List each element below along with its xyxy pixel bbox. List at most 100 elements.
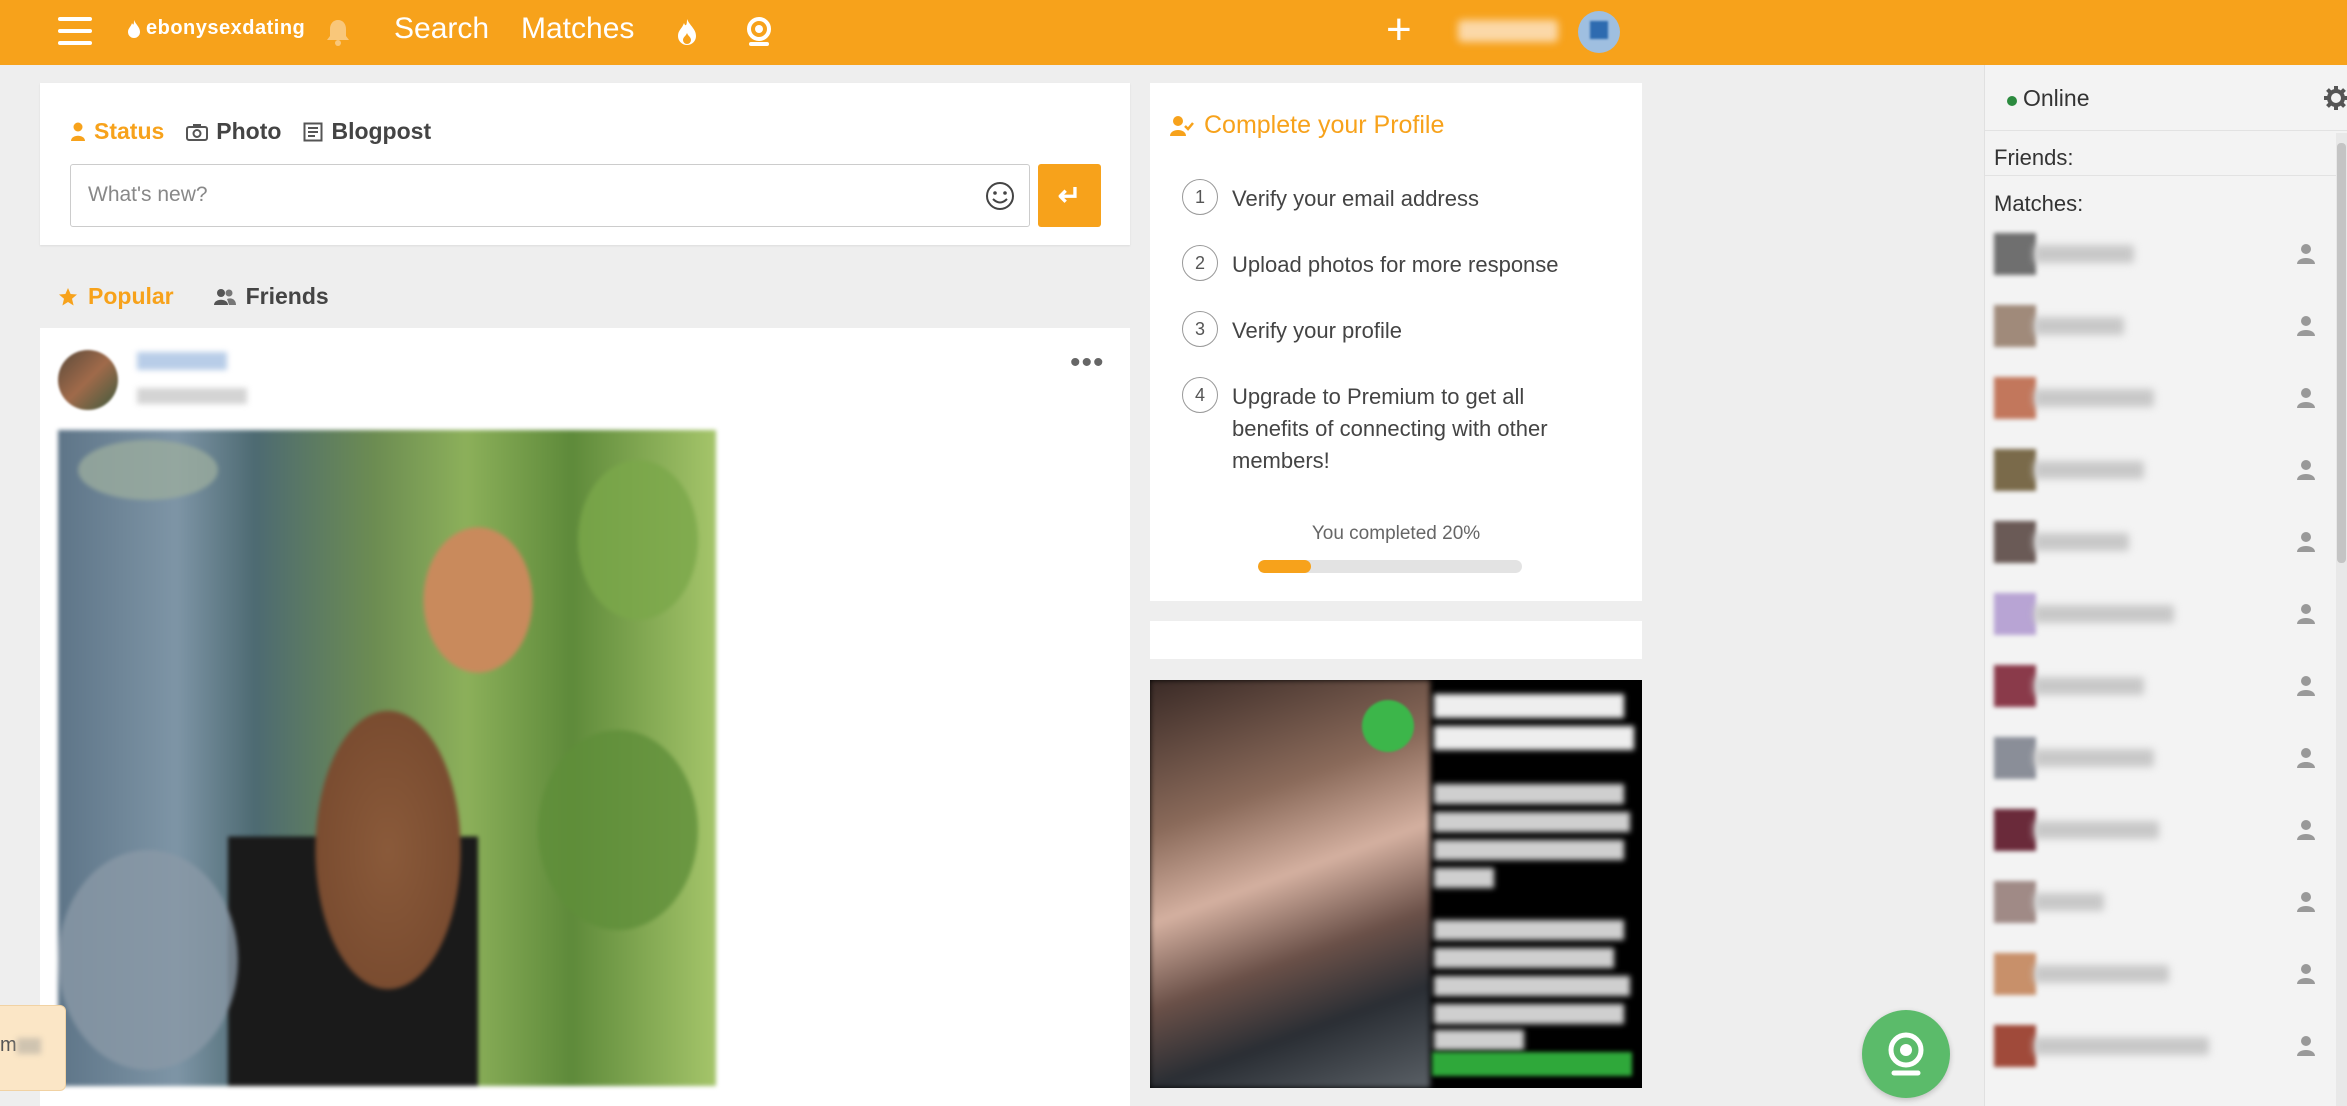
tab-photo[interactable]: Photo xyxy=(186,118,281,145)
match-list-item[interactable] xyxy=(1994,809,2319,855)
tab-friends-label: Friends xyxy=(245,283,329,309)
profile-progress-fill xyxy=(1258,560,1311,573)
user-check-icon xyxy=(1170,115,1194,136)
match-avatar xyxy=(1994,953,2036,995)
match-avatar xyxy=(1994,665,2036,707)
divider xyxy=(1985,175,2347,176)
tab-status-label: Status xyxy=(94,118,165,144)
match-avatar xyxy=(1994,881,2036,923)
match-list-item[interactable] xyxy=(1994,521,2319,567)
step-number: 1 xyxy=(1182,179,1218,215)
step-verify-profile[interactable]: 3 Verify your profile xyxy=(1182,311,1592,347)
advertisement-banner[interactable] xyxy=(1150,680,1642,1088)
feed-post: ••• xyxy=(40,328,1130,1106)
top-bar: ebonysexdating Search Matches + xyxy=(0,0,2347,65)
step-verify-email[interactable]: 1 Verify your email address xyxy=(1182,179,1592,215)
composer-tabs: Status Photo Blogpost xyxy=(70,118,431,145)
empty-card xyxy=(1150,621,1642,659)
match-list-item[interactable] xyxy=(1994,377,2319,423)
match-list-item[interactable] xyxy=(1994,1025,2319,1071)
post-options-menu[interactable]: ••• xyxy=(1070,348,1105,378)
person-icon xyxy=(71,122,85,141)
user-avatar[interactable] xyxy=(1578,11,1620,53)
match-list-item[interactable] xyxy=(1994,449,2319,495)
emoji-icon[interactable] xyxy=(985,181,1015,211)
hot-flame-icon[interactable] xyxy=(671,16,703,48)
user-icon xyxy=(2297,244,2315,264)
tab-friends[interactable]: Friends xyxy=(213,283,329,310)
blog-icon xyxy=(303,122,323,141)
ad-headline xyxy=(1434,694,1624,718)
match-name xyxy=(2034,245,2134,263)
match-avatar xyxy=(1994,233,2036,275)
match-list-item[interactable] xyxy=(1994,881,2319,927)
sidebar-scrollbar[interactable] xyxy=(2336,133,2347,1106)
match-name xyxy=(2034,389,2154,407)
menu-icon[interactable] xyxy=(58,17,92,45)
match-list-item[interactable] xyxy=(1994,305,2319,351)
webcam-icon xyxy=(1888,1032,1924,1076)
match-list-item[interactable] xyxy=(1994,665,2319,711)
step-number: 3 xyxy=(1182,311,1218,347)
post-photo[interactable] xyxy=(58,430,716,1086)
side-feedback-tab[interactable]: m xyxy=(0,1005,66,1091)
match-name xyxy=(2034,965,2169,983)
online-status-row: Online xyxy=(1985,65,2347,131)
webcam-icon[interactable] xyxy=(743,16,775,48)
flame-icon xyxy=(128,19,140,38)
bell-icon[interactable] xyxy=(322,16,354,48)
user-icon xyxy=(2297,604,2315,624)
tab-blogpost-label: Blogpost xyxy=(331,118,432,144)
ad-text xyxy=(1434,1030,1524,1050)
online-status-label[interactable]: Online xyxy=(2023,85,2089,112)
friends-icon xyxy=(213,288,236,305)
add-button[interactable]: + xyxy=(1386,8,1412,52)
scroll-thumb[interactable] xyxy=(2337,143,2346,563)
step-upload-photos[interactable]: 2 Upload photos for more response xyxy=(1182,245,1592,281)
ad-text xyxy=(1434,812,1630,832)
status-input[interactable] xyxy=(71,165,951,225)
whatsapp-icon xyxy=(1362,700,1414,752)
ad-text xyxy=(1434,948,1614,968)
gear-icon[interactable] xyxy=(2323,85,2347,111)
post-author-name[interactable] xyxy=(137,352,227,370)
match-avatar xyxy=(1994,593,2036,635)
user-icon xyxy=(2297,316,2315,336)
feed-tabs: Popular Friends xyxy=(58,283,329,310)
match-list-item[interactable] xyxy=(1994,953,2319,999)
nav-search[interactable]: Search xyxy=(394,12,489,46)
match-name xyxy=(2034,317,2124,335)
nav-matches[interactable]: Matches xyxy=(521,12,634,46)
profile-card-title-text: Complete your Profile xyxy=(1204,111,1445,139)
step-number: 4 xyxy=(1182,377,1218,413)
match-list-item[interactable] xyxy=(1994,737,2319,783)
tab-status[interactable]: Status xyxy=(70,118,164,145)
tab-blogpost[interactable]: Blogpost xyxy=(303,118,431,145)
webcam-chat-button[interactable] xyxy=(1862,1010,1950,1098)
friends-section-label: Friends: xyxy=(1994,145,2074,170)
tab-photo-label: Photo xyxy=(216,118,282,144)
site-logo[interactable]: ebonysexdating xyxy=(126,17,305,40)
username[interactable] xyxy=(1458,20,1558,42)
user-icon xyxy=(2297,460,2315,480)
progress-label: You completed 20% xyxy=(1311,523,1481,544)
match-list-item[interactable] xyxy=(1994,593,2319,639)
match-name xyxy=(2034,461,2144,479)
match-name xyxy=(2034,1037,2209,1055)
post-author-avatar[interactable] xyxy=(58,350,118,410)
ad-text xyxy=(1434,868,1494,888)
user-icon xyxy=(2297,388,2315,408)
online-indicator xyxy=(2007,96,2017,106)
match-name xyxy=(2034,821,2159,839)
chat-sidebar: Online Friends: Matches: xyxy=(1984,65,2347,1106)
step-number: 2 xyxy=(1182,245,1218,281)
tab-popular[interactable]: Popular xyxy=(58,283,174,310)
matches-section-label: Matches: xyxy=(1994,191,2084,216)
post-status-button[interactable]: ↵ xyxy=(1038,164,1101,227)
step-text: Verify your profile xyxy=(1232,318,1402,343)
ad-cta-button[interactable] xyxy=(1432,1052,1632,1076)
star-icon xyxy=(59,287,77,305)
match-list-item[interactable] xyxy=(1994,233,2319,279)
step-upgrade-premium[interactable]: 4 Upgrade to Premium to get all benefits… xyxy=(1182,377,1592,477)
match-name xyxy=(2034,749,2154,767)
